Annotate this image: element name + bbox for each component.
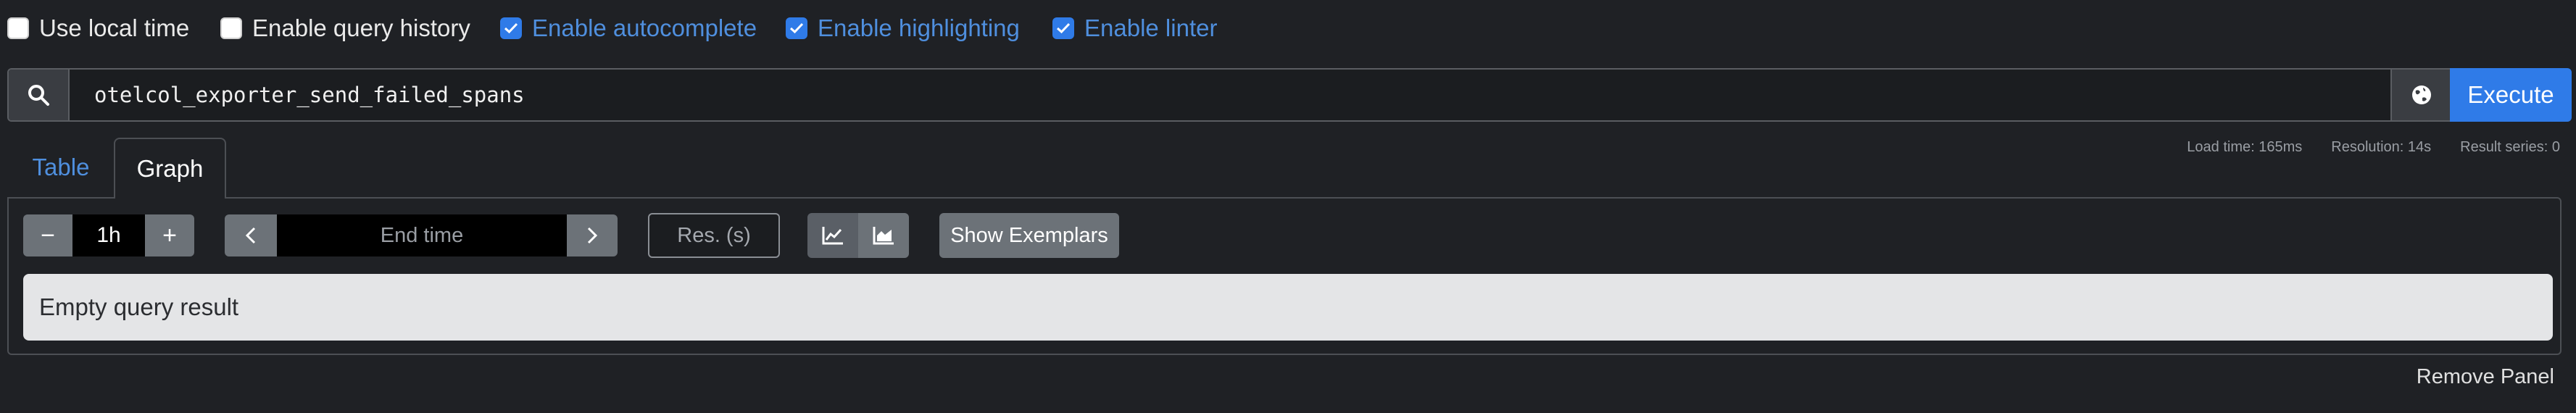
load-time: Load time: 165ms xyxy=(2187,139,2303,155)
stacked-chart-button[interactable] xyxy=(858,213,909,258)
query-stats: Load time: 165ms Resolution: 14s Result … xyxy=(2187,139,2560,156)
tab-graph[interactable]: Graph xyxy=(114,138,226,199)
increase-range-button[interactable]: + xyxy=(145,214,194,256)
query-bar: Execute xyxy=(7,68,2572,122)
check-icon xyxy=(789,22,804,34)
check-icon xyxy=(1056,22,1071,34)
option-enable-highlighting[interactable]: Enable highlighting xyxy=(786,13,1020,43)
empty-query-result: Empty query result xyxy=(23,274,2553,341)
end-time-input[interactable]: End time xyxy=(277,214,567,256)
checkbox-checked[interactable] xyxy=(1052,17,1074,39)
checkbox-unchecked[interactable] xyxy=(220,17,242,39)
line-chart-icon xyxy=(822,227,843,245)
option-label: Enable query history xyxy=(252,14,470,41)
line-chart-button[interactable] xyxy=(807,213,858,258)
option-enable-autocomplete[interactable]: Enable autocomplete xyxy=(500,13,757,43)
chevron-left-icon xyxy=(245,227,256,244)
chevron-right-icon xyxy=(587,227,598,244)
result-series: Result series: 0 xyxy=(2460,139,2560,155)
option-use-local-time[interactable]: Use local time xyxy=(7,13,189,43)
query-input[interactable] xyxy=(70,70,2389,120)
option-label: Enable linter xyxy=(1084,14,1218,41)
area-chart-icon xyxy=(873,227,894,245)
check-icon xyxy=(504,22,518,34)
checkbox-checked[interactable] xyxy=(786,17,807,39)
option-label: Enable highlighting xyxy=(818,14,1020,41)
show-exemplars-button[interactable]: Show Exemplars xyxy=(939,213,1119,258)
option-enable-linter[interactable]: Enable linter xyxy=(1052,13,1217,43)
option-label: Use local time xyxy=(39,14,190,41)
previous-time-button[interactable] xyxy=(225,214,277,256)
search-icon-box xyxy=(9,70,70,120)
execute-button[interactable]: Execute xyxy=(2450,68,2572,122)
checkbox-checked[interactable] xyxy=(500,17,522,39)
search-icon xyxy=(28,85,49,106)
decrease-range-button[interactable]: − xyxy=(23,214,72,256)
remove-panel-link[interactable]: Remove Panel xyxy=(2417,365,2554,389)
option-label: Enable autocomplete xyxy=(532,14,757,41)
checkbox-unchecked[interactable] xyxy=(7,17,29,39)
resolution-input[interactable]: Res. (s) xyxy=(648,213,780,258)
next-time-button[interactable] xyxy=(567,214,618,256)
tab-table[interactable]: Table xyxy=(17,138,104,197)
globe-icon xyxy=(2412,85,2431,104)
resolution: Resolution: 14s xyxy=(2331,139,2432,155)
metrics-explorer-button[interactable] xyxy=(2390,70,2451,120)
range-input[interactable]: 1h xyxy=(72,214,145,256)
option-enable-query-history[interactable]: Enable query history xyxy=(220,13,470,43)
